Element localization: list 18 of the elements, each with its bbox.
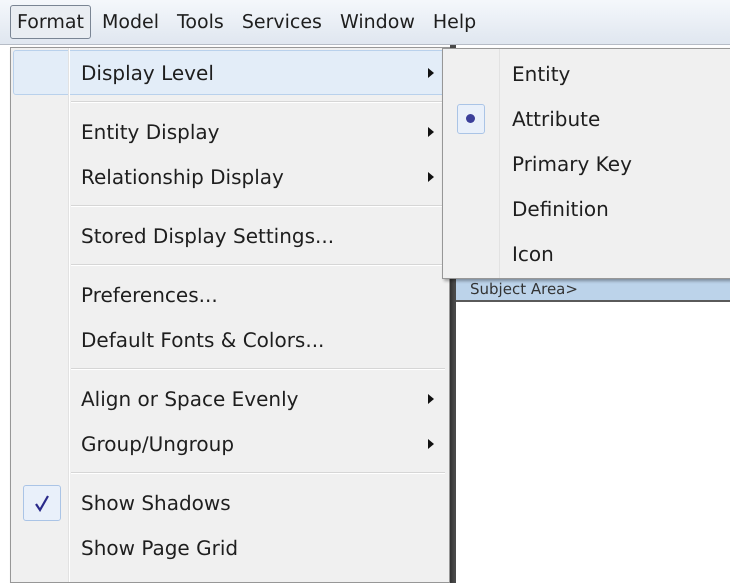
menu-bar-item[interactable]: Help bbox=[426, 4, 484, 40]
submenu-arrow-icon bbox=[428, 394, 434, 404]
menu-bar-item[interactable]: Format bbox=[10, 4, 91, 40]
submenu-arrow-icon bbox=[428, 172, 434, 182]
submenu-arrow-icon bbox=[428, 438, 434, 448]
menu-bar-item[interactable]: Services bbox=[234, 4, 329, 40]
menu-bar-item[interactable]: Model bbox=[94, 4, 166, 40]
menu-item[interactable]: Default Fonts & Colors... bbox=[13, 317, 447, 362]
menu-bar-item[interactable]: Tools bbox=[170, 4, 231, 40]
check-icon bbox=[22, 484, 60, 520]
menu-item[interactable]: Align or Space Evenly bbox=[13, 376, 447, 421]
menu-item[interactable]: Show Page Grid bbox=[13, 525, 447, 570]
menu-bar-item[interactable]: Window bbox=[332, 4, 422, 40]
subject-area-header: Subject Area> bbox=[456, 278, 730, 302]
menu-item[interactable]: Group/Ungroup bbox=[13, 421, 447, 466]
submenu-arrow-icon bbox=[428, 68, 434, 78]
menu-item[interactable]: Show Shadows bbox=[13, 480, 447, 525]
submenu-arrow-icon bbox=[428, 126, 434, 136]
